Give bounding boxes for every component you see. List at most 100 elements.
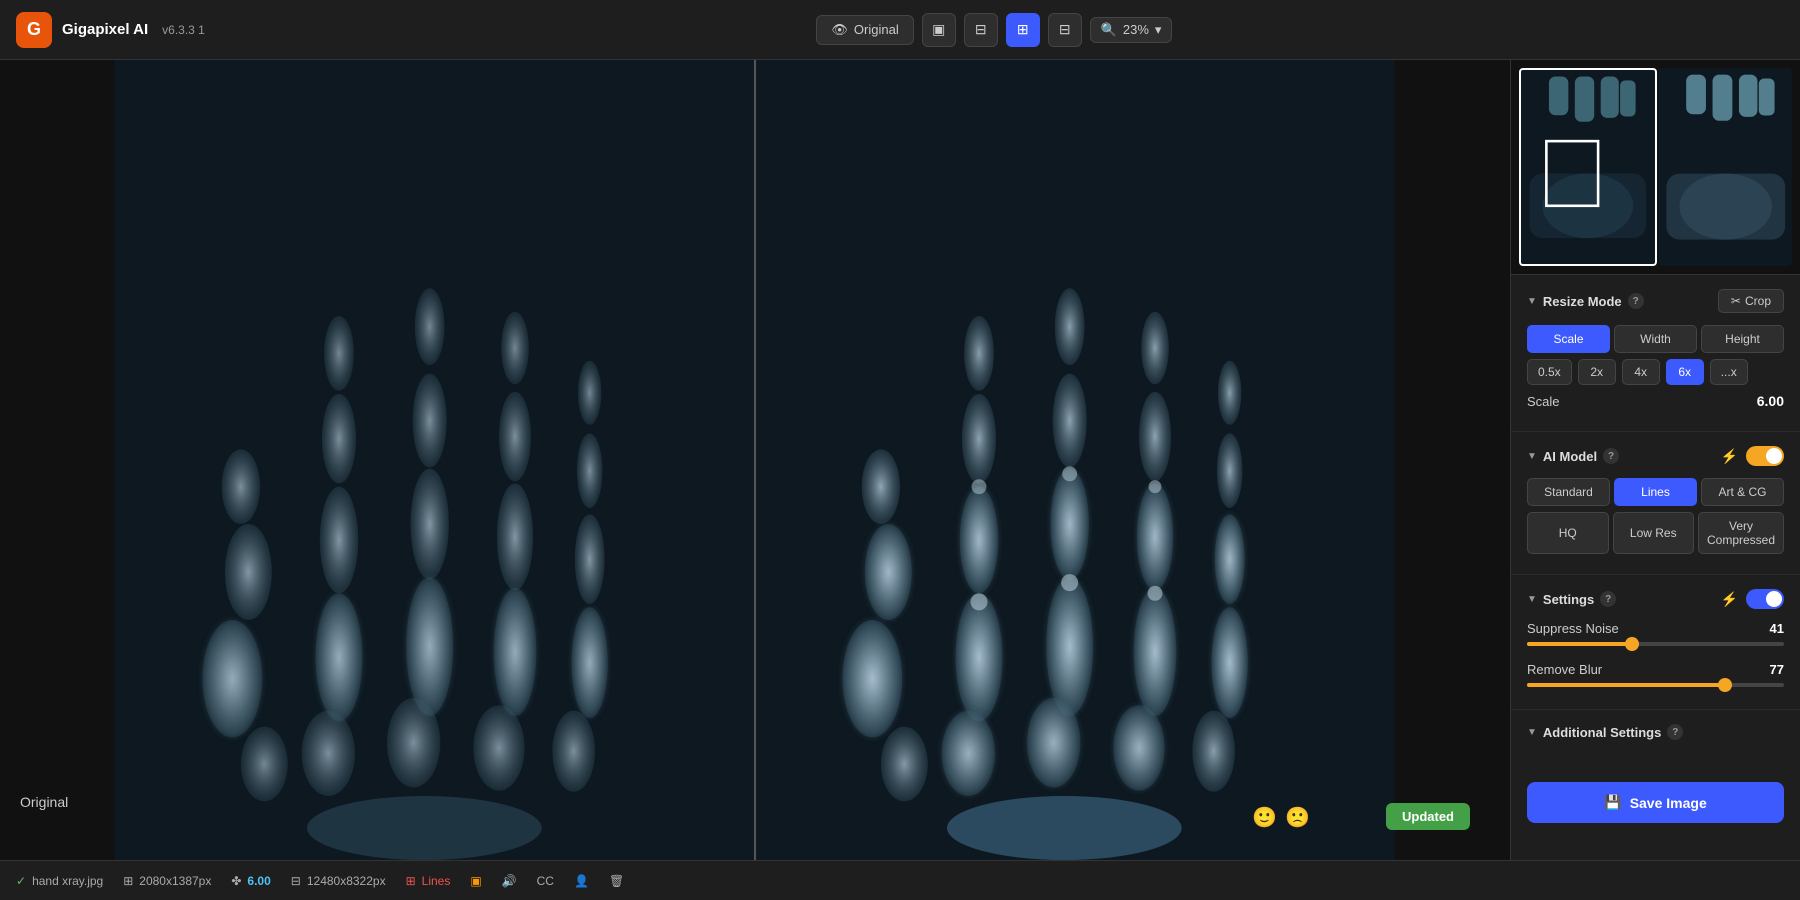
width-tab[interactable]: Width — [1614, 325, 1697, 353]
height-tab[interactable]: Height — [1701, 325, 1784, 353]
reaction-icons: 🙂 🙁 — [1252, 805, 1310, 830]
additional-settings-section: ▼ Additional Settings ? — [1511, 710, 1800, 766]
statusbar: ✓ hand xray.jpg ⊞ 2080x1387px ✤ 6.00 ⊟ 1… — [0, 860, 1800, 900]
topbar: G Gigapixel AI v6.3.3 1 👁 Original ▣ ⊟ ⊞… — [0, 0, 1800, 60]
status-audio: 🔊 — [502, 874, 517, 888]
original-label: Original — [20, 794, 68, 810]
status-model: ⊞ Lines — [406, 874, 451, 888]
lightning-icon-2: ⚡ — [1721, 591, 1738, 608]
status-input-size: ⊞ 2080x1387px — [123, 874, 211, 888]
remove-blur-fill — [1527, 683, 1725, 687]
single-view-button[interactable]: ▣ — [922, 13, 956, 47]
suppress-noise-container: Suppress Noise 41 — [1527, 621, 1784, 646]
save-icon: 💾 — [1604, 794, 1621, 811]
scale-6x[interactable]: 6x — [1666, 359, 1704, 385]
scale-row: Scale 6.00 — [1527, 393, 1784, 409]
status-cc: CC — [537, 874, 554, 888]
logo-area: G Gigapixel AI v6.3.3 1 — [16, 12, 205, 48]
resize-mode-tabs: Scale Width Height — [1527, 325, 1784, 353]
resize-mode-actions: ✂ Crop — [1718, 289, 1784, 313]
standard-model-btn[interactable]: Standard — [1527, 478, 1610, 506]
scale-2x[interactable]: 2x — [1578, 359, 1616, 385]
app-logo-icon: G — [16, 12, 52, 48]
chevron-icon-2: ▼ — [1527, 451, 1537, 462]
settings-header: ▼ Settings ? ⚡ — [1527, 589, 1784, 609]
color-icon: ▣ — [470, 874, 481, 888]
grid-view-button[interactable]: ⊟ — [1048, 13, 1082, 47]
additional-settings-help[interactable]: ? — [1667, 724, 1683, 740]
settings-title: ▼ Settings ? — [1527, 591, 1616, 607]
canvas-area[interactable]: Original Lines Updated 🙂 🙁 — [0, 60, 1510, 860]
split-v-icon: ⊟ — [975, 21, 987, 38]
additional-settings-title: ▼ Additional Settings ? — [1527, 724, 1683, 740]
grid-icon: ⊟ — [1059, 21, 1071, 38]
scale-icon: ✤ — [231, 874, 241, 888]
smile-icon[interactable]: 🙂 — [1252, 805, 1277, 830]
status-trash[interactable]: 🗑 — [609, 874, 624, 888]
scale-tab[interactable]: Scale — [1527, 325, 1610, 353]
settings-help[interactable]: ? — [1600, 591, 1616, 607]
ai-model-title: ▼ AI Model ? — [1527, 448, 1619, 464]
ai-model-section: ▼ AI Model ? ⚡ Standard Lines Art & CG H… — [1511, 432, 1800, 575]
status-color: ▣ — [470, 874, 481, 888]
resize-mode-help[interactable]: ? — [1628, 293, 1644, 309]
frown-icon[interactable]: 🙁 — [1285, 805, 1310, 830]
resize-mode-section: ▼ Resize Mode ? ✂ Crop Scale Width Heigh… — [1511, 275, 1800, 432]
additional-settings-header: ▼ Additional Settings ? — [1527, 724, 1784, 740]
suppress-noise-thumb[interactable] — [1625, 637, 1639, 651]
ai-model-toggle[interactable] — [1746, 446, 1784, 466]
chevron-icon: ▼ — [1527, 296, 1537, 307]
scale-custom[interactable]: ...x — [1710, 359, 1748, 385]
settings-section: ▼ Settings ? ⚡ Suppress Noise 41 — [1511, 575, 1800, 710]
settings-toggle-area: ⚡ — [1721, 589, 1784, 609]
split-horizontal-button[interactable]: ⊞ — [1006, 13, 1040, 47]
scale-label: Scale — [1527, 394, 1560, 409]
ai-model-tabs-row2: HQ Low Res Very Compressed — [1527, 512, 1784, 554]
status-check-item: ✓ hand xray.jpg — [16, 874, 103, 888]
scale-4x[interactable]: 4x — [1622, 359, 1660, 385]
lines-model-btn[interactable]: Lines — [1614, 478, 1697, 506]
settings-toggle[interactable] — [1746, 589, 1784, 609]
right-panel: ▼ Resize Mode ? ✂ Crop Scale Width Heigh… — [1510, 60, 1800, 860]
chevron-icon-4: ▼ — [1527, 727, 1537, 738]
trash-icon[interactable]: 🗑 — [609, 874, 624, 888]
remove-blur-track[interactable] — [1527, 683, 1784, 687]
art-cg-model-btn[interactable]: Art & CG — [1701, 478, 1784, 506]
topbar-center: 👁 Original ▣ ⊟ ⊞ ⊟ 🔍 23% ▾ — [205, 13, 1784, 47]
scale-0-5x[interactable]: 0.5x — [1527, 359, 1572, 385]
remove-blur-thumb[interactable] — [1718, 678, 1732, 692]
ai-model-tabs-row1: Standard Lines Art & CG — [1527, 478, 1784, 506]
ai-model-header: ▼ AI Model ? ⚡ — [1527, 446, 1784, 466]
low-res-btn[interactable]: Low Res — [1613, 512, 1695, 554]
scale-value: 6.00 — [1757, 393, 1784, 409]
status-scale: ✤ 6.00 — [231, 874, 270, 888]
thumbnail-strip — [1511, 60, 1800, 275]
status-person: 👤 — [574, 874, 589, 888]
check-icon: ✓ — [16, 874, 26, 888]
audio-icon: 🔊 — [502, 874, 517, 888]
app-name: Gigapixel AI — [62, 21, 148, 38]
zoom-control[interactable]: 🔍 23% ▾ — [1090, 17, 1173, 43]
save-image-button[interactable]: 💾 Save Image — [1527, 782, 1784, 823]
single-view-icon: ▣ — [932, 21, 945, 38]
ai-model-toggle-area: ⚡ — [1721, 446, 1784, 466]
very-compressed-btn[interactable]: Very Compressed — [1698, 512, 1784, 554]
lightning-icon: ⚡ — [1721, 448, 1738, 465]
model-icon: ⊞ — [406, 874, 416, 888]
thumbnail-1[interactable] — [1519, 68, 1657, 266]
status-output-size: ⊟ 12480x8322px — [291, 874, 386, 888]
crop-button[interactable]: ✂ Crop — [1718, 289, 1784, 313]
eye-icon: 👁 — [831, 22, 848, 38]
thumbnail-2[interactable] — [1659, 68, 1793, 266]
suppress-noise-label: Suppress Noise — [1527, 621, 1619, 636]
hq-btn[interactable]: HQ — [1527, 512, 1609, 554]
ai-model-help[interactable]: ? — [1603, 448, 1619, 464]
output-icon: ⊟ — [291, 874, 301, 888]
zoom-icon: 🔍 — [1101, 22, 1117, 38]
suppress-noise-track[interactable] — [1527, 642, 1784, 646]
scale-presets: 0.5x 2x 4x 6x ...x — [1527, 359, 1784, 385]
original-view-button[interactable]: 👁 Original — [816, 15, 913, 45]
zoom-level: 23% — [1123, 22, 1149, 37]
image-size-icon: ⊞ — [123, 874, 133, 888]
split-vertical-button[interactable]: ⊟ — [964, 13, 998, 47]
